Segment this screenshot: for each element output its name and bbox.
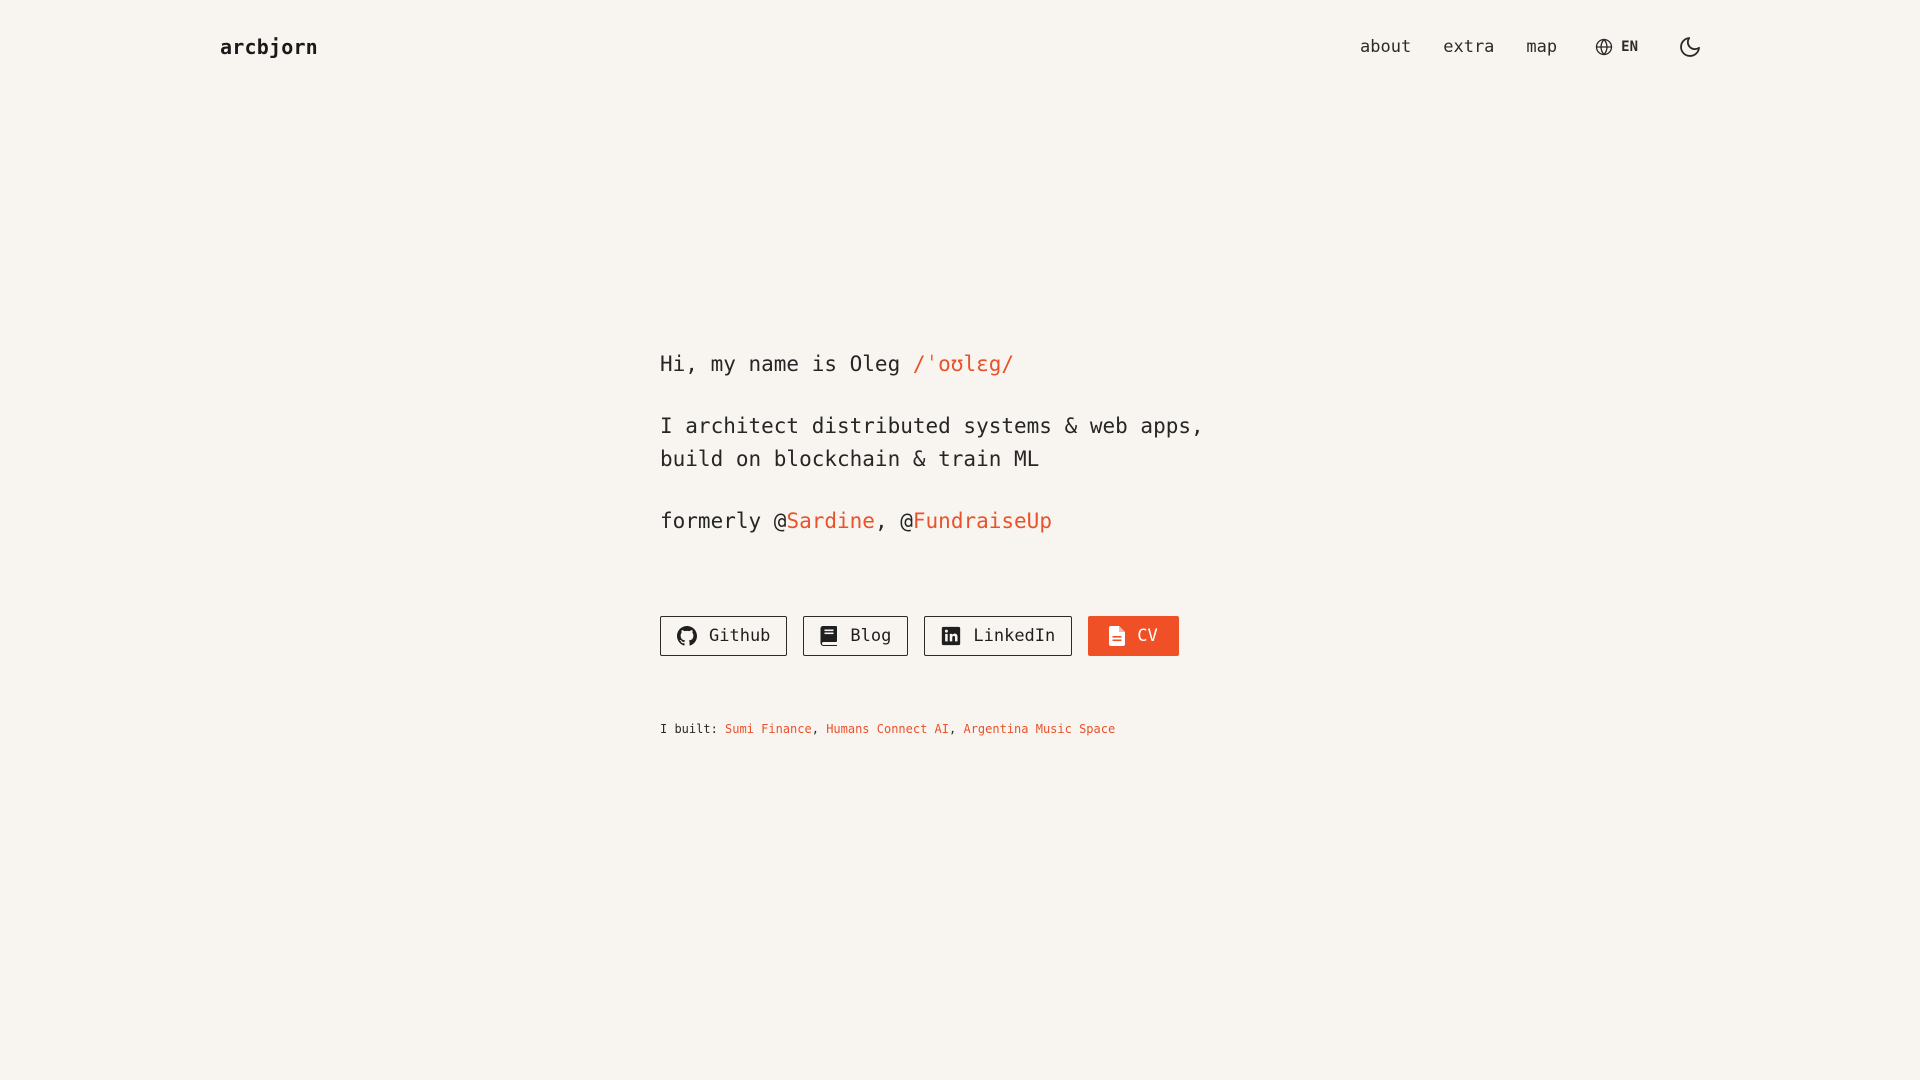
project-link-humans-connect-ai[interactable]: Humans Connect AI [826, 722, 949, 736]
social-links: Github Blog LinkedIn CV [660, 616, 1195, 656]
built-prefix: I built: [660, 722, 726, 736]
globe-icon [1595, 38, 1613, 56]
greeting-text: Hi, my name is Oleg [660, 352, 913, 376]
nav-extra[interactable]: extra [1443, 37, 1494, 57]
moon-icon [1680, 37, 1700, 57]
built-projects: I built: Sumi Finance, Humans Connect AI… [660, 722, 1115, 736]
project-link-sumi-finance[interactable]: Sumi Finance [725, 722, 812, 736]
project-separator: , [811, 722, 827, 736]
formerly-prefix: formerly @ [660, 509, 787, 533]
company-separator: , @ [874, 509, 913, 533]
cv-label: CV [1137, 626, 1158, 646]
project-link-argentina-music-space[interactable]: Argentina Music Space [963, 722, 1115, 736]
description-line-1: I architect distributed systems & web ap… [660, 414, 1204, 438]
blog-label: Blog [850, 626, 892, 646]
company-link-sardine[interactable]: Sardine [786, 509, 875, 533]
site-logo[interactable]: arcbjorn [220, 35, 318, 59]
github-label: Github [709, 626, 771, 646]
linkedin-button[interactable]: LinkedIn [924, 616, 1073, 656]
linkedin-icon [942, 626, 961, 646]
description-line-2: build on blockchain & train ML [660, 447, 1040, 471]
intro-section: Hi, my name is Oleg /ˈoʊlɛg/ I architect… [660, 348, 1280, 538]
github-button[interactable]: Github [660, 616, 788, 656]
book-icon [820, 626, 838, 646]
cv-button[interactable]: CV [1088, 616, 1179, 656]
github-icon [677, 626, 697, 646]
nav-map[interactable]: map [1526, 37, 1557, 57]
language-label: EN [1621, 39, 1638, 55]
project-separator: , [949, 722, 964, 736]
language-switcher[interactable]: EN [1595, 38, 1638, 56]
name-pronunciation: /ˈoʊlɛg/ [912, 352, 1015, 376]
formerly: formerly @Sardine, @FundraiseUp [660, 505, 1280, 538]
nav-about[interactable]: about [1360, 37, 1411, 57]
description: I architect distributed systems & web ap… [660, 410, 1280, 476]
linkedin-label: LinkedIn [973, 626, 1056, 646]
document-icon [1109, 626, 1126, 646]
blog-button[interactable]: Blog [803, 616, 909, 656]
company-link-fundraiseup[interactable]: FundraiseUp [913, 509, 1052, 533]
site-header: arcbjorn about extra map EN [220, 26, 1704, 68]
main-nav: about extra map EN [1360, 33, 1704, 61]
theme-toggle-button[interactable] [1676, 33, 1704, 61]
greeting: Hi, my name is Oleg /ˈoʊlɛg/ [660, 348, 1280, 381]
